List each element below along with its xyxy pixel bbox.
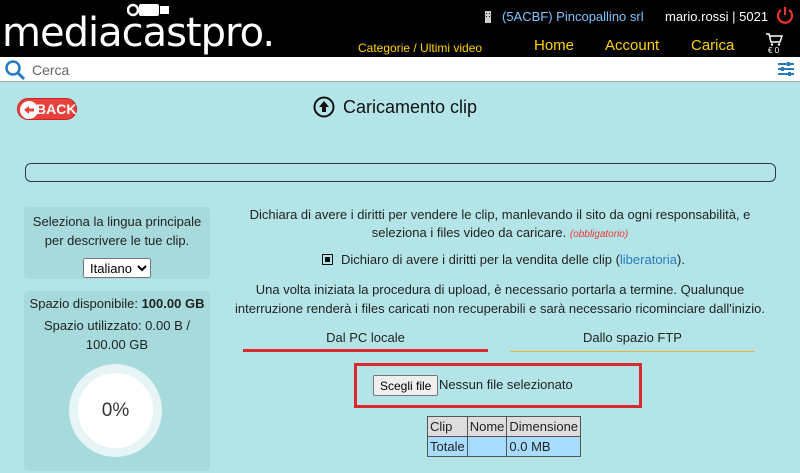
back-button[interactable]: BACK — [17, 98, 77, 120]
clip-table: Clip Nome Dimensione Totale 0.0 MB — [427, 416, 582, 457]
rights-checkbox[interactable] — [322, 254, 333, 265]
release-link[interactable]: liberatoria — [620, 252, 677, 267]
table-row: Totale 0.0 MB — [427, 436, 582, 457]
upload-warning: Una volta iniziata la procedura di uploa… — [235, 282, 765, 316]
logout-power-icon[interactable] — [775, 5, 795, 25]
cart-button[interactable]: € 0 — [765, 33, 784, 55]
declaration-text: Dichiara di avere i diritti per vendere … — [249, 207, 751, 240]
language-panel: Seleziona la lingua principale per descr… — [24, 207, 210, 279]
storage-usage-percent: 0% — [101, 400, 130, 421]
filter-sliders-icon[interactable] — [776, 59, 796, 79]
camera-icon — [127, 3, 169, 17]
company-name[interactable]: (5ACBF) Pincopallino srl — [484, 9, 644, 24]
back-arrow-icon — [20, 101, 38, 119]
nav-upload[interactable]: Carica — [691, 37, 734, 54]
nav-account[interactable]: Account — [605, 37, 659, 54]
table-cell — [466, 436, 508, 457]
back-label: BACK — [36, 101, 77, 117]
page-title-text: Caricamento clip — [343, 97, 478, 117]
tab-ftp-space[interactable]: Dallo spazio FTP — [510, 330, 755, 352]
search-icon[interactable] — [4, 59, 26, 81]
site-logo[interactable]: mediacastpro. — [2, 3, 275, 53]
user-account-label[interactable]: mario.rossi | 5021 — [665, 9, 768, 24]
cart-amount: € 0 — [768, 46, 780, 55]
storage-usage-donut: 0% — [69, 364, 162, 457]
checkbox-label: Dichiaro di avere i diritti per la vendi… — [341, 252, 620, 267]
nav-home[interactable]: Home — [534, 37, 574, 54]
search-bar — [0, 57, 800, 82]
table-cell: 0.0 MB — [506, 436, 582, 457]
categories-link[interactable]: Categorie / Ultimi video — [358, 41, 482, 55]
storage-available-value: 100.00 GB — [141, 296, 205, 311]
storage-panel: Spazio disponibile: 100.00 GB Spazio uti… — [24, 291, 210, 471]
storage-available: Spazio disponibile: 100.00 GB — [24, 294, 210, 313]
table-header-row: Clip Nome Dimensione — [427, 416, 582, 437]
column-header: Nome — [466, 416, 508, 437]
language-select[interactable]: Italiano — [83, 258, 151, 278]
table-cell: Totale — [427, 436, 468, 457]
upload-arrow-icon — [313, 96, 335, 118]
tab-local-pc[interactable]: Dal PC locale — [243, 330, 488, 352]
storage-used: Spazio utilizzato: 0.00 B / 100.00 GB — [44, 318, 190, 352]
checkbox-label-end: ). — [677, 252, 685, 267]
search-input[interactable] — [32, 59, 752, 80]
column-header: Clip — [427, 416, 468, 437]
upload-progress-bar — [25, 163, 776, 182]
checkbox-checked-mark — [325, 257, 330, 262]
file-input-area: Scegli file Nessun file selezionato — [354, 363, 642, 408]
language-prompt: Seleziona la lingua principale per descr… — [32, 214, 202, 248]
cart-icon — [766, 33, 784, 46]
storage-available-label: Spazio disponibile: — [29, 296, 138, 311]
rights-declaration: Dichiara di avere i diritti per vendere … — [240, 206, 760, 244]
choose-file-button[interactable]: Scegli file — [373, 375, 439, 396]
required-note: (obbligatorio) — [569, 229, 629, 240]
top-navigation-bar: mediacastpro. (5ACBF) Pincopallino srl m… — [0, 0, 800, 57]
rights-checkbox-row[interactable]: Dichiaro di avere i diritti per la vendi… — [322, 252, 685, 267]
building-icon — [485, 11, 491, 23]
company-label: (5ACBF) Pincopallino srl — [502, 9, 644, 24]
file-status: Nessun file selezionato — [439, 377, 573, 392]
column-header: Dimensione — [506, 416, 582, 437]
page-title: Caricamento clip — [313, 96, 477, 118]
